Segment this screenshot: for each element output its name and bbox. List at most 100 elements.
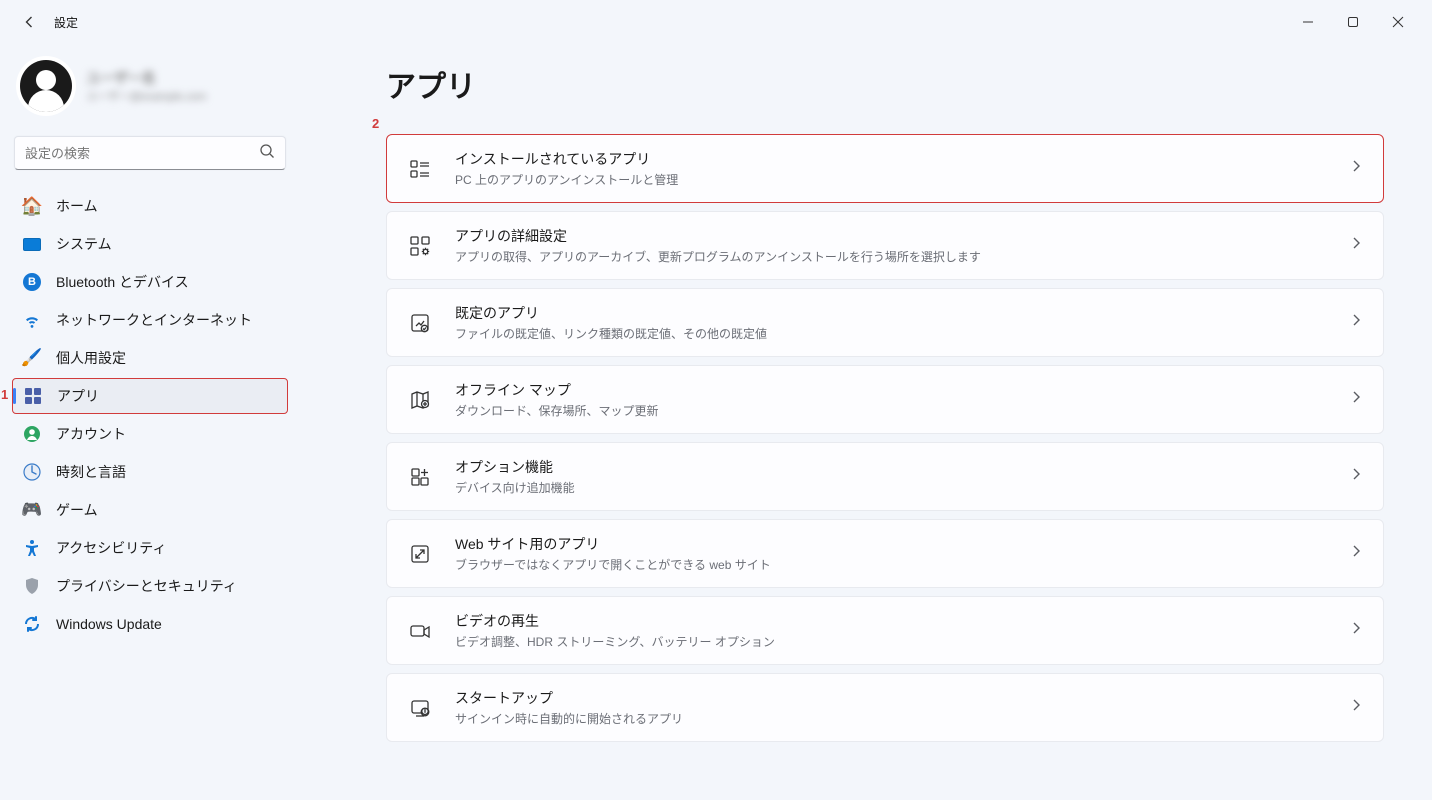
avatar [16, 56, 76, 116]
close-icon [1392, 16, 1404, 28]
sidebar-item-label: Windows Update [56, 616, 162, 632]
sidebar-item-label: アクセシビリティ [56, 538, 166, 558]
installed-apps-icon [407, 156, 433, 182]
sidebar-item-home[interactable]: 🏠 ホーム [12, 188, 288, 224]
search-box[interactable] [14, 136, 286, 170]
annotation-1-label: 1 [1, 387, 8, 402]
sidebar-item-label: ホーム [56, 196, 98, 216]
sidebar-item-label: Bluetooth とデバイス [56, 272, 189, 292]
search-icon [259, 143, 275, 164]
card-subtitle: デバイス向け追加機能 [455, 479, 575, 496]
system-icon [22, 234, 42, 254]
personalize-icon: 🖌️ [22, 348, 42, 368]
chevron-right-icon [1349, 621, 1363, 640]
sidebar-item-label: システム [56, 234, 112, 254]
sidebar-item-network[interactable]: ネットワークとインターネット [12, 302, 288, 338]
settings-card[interactable]: 既定のアプリファイルの既定値、リンク種類の既定値、その他の既定値 [386, 288, 1384, 357]
close-button[interactable] [1375, 6, 1420, 38]
window-title: 設定 [54, 14, 78, 31]
settings-card[interactable]: アプリの詳細設定アプリの取得、アプリのアーカイブ、更新プログラムのアンインストー… [386, 211, 1384, 280]
sidebar-item-bluetooth[interactable]: B Bluetooth とデバイス [12, 264, 288, 300]
advanced-apps-icon [407, 233, 433, 259]
card-subtitle: ダウンロード、保存場所、マップ更新 [455, 402, 659, 419]
minimize-icon [1302, 16, 1314, 28]
sidebar-item-label: プライバシーとセキュリティ [56, 576, 237, 596]
sidebar-item-label: ゲーム [56, 500, 98, 520]
sidebar-item-privacy[interactable]: プライバシーとセキュリティ [12, 568, 288, 604]
update-icon [22, 614, 42, 634]
nav-list: 🏠 ホームシステム B Bluetooth とデバイスネットワークとインターネット 🖌️… [12, 188, 288, 642]
home-icon: 🏠 [22, 196, 42, 216]
sidebar-item-system[interactable]: システム [12, 226, 288, 262]
search-input[interactable] [25, 146, 259, 161]
settings-card[interactable]: オフライン マップダウンロード、保存場所、マップ更新 [386, 365, 1384, 434]
sidebar-item-label: 時刻と言語 [56, 462, 126, 482]
video-playback-icon [407, 618, 433, 644]
default-apps-icon [407, 310, 433, 336]
settings-card[interactable]: ビデオの再生ビデオ調整、HDR ストリーミング、バッテリー オプション [386, 596, 1384, 665]
profile-email: ユーザー@example.com [86, 88, 206, 104]
card-title: インストールされているアプリ [455, 149, 678, 169]
page-title: アプリ [386, 62, 1384, 106]
sidebar-item-time-language[interactable]: 時刻と言語 [12, 454, 288, 490]
maximize-button[interactable] [1330, 6, 1375, 38]
minimize-button[interactable] [1285, 6, 1330, 38]
accounts-icon [22, 424, 42, 444]
chevron-right-icon [1349, 236, 1363, 255]
card-subtitle: ビデオ調整、HDR ストリーミング、バッテリー オプション [455, 633, 775, 650]
annotation-2-label: 2 [372, 116, 379, 131]
back-button[interactable] [12, 4, 48, 40]
sidebar-item-gaming[interactable]: 🎮 ゲーム [12, 492, 288, 528]
sidebar-item-label: アプリ [57, 386, 99, 406]
websites-apps-icon [407, 541, 433, 567]
card-subtitle: ブラウザーではなくアプリで開くことができる web サイト [455, 556, 771, 573]
chevron-right-icon [1349, 390, 1363, 409]
settings-card[interactable]: オプション機能デバイス向け追加機能 [386, 442, 1384, 511]
card-subtitle: ファイルの既定値、リンク種類の既定値、その他の既定値 [455, 325, 767, 342]
card-title: Web サイト用のアプリ [455, 534, 771, 554]
settings-cards: 2 インストールされているアプリPC 上のアプリのアンインストールと管理アプリの… [386, 134, 1384, 742]
window-controls [1285, 6, 1420, 38]
offline-maps-icon [407, 387, 433, 413]
network-icon [22, 310, 42, 330]
sidebar-item-accounts[interactable]: アカウント [12, 416, 288, 452]
sidebar-item-apps[interactable]: 1アプリ [12, 378, 288, 414]
sidebar: ユーザー名 ユーザー@example.com 🏠 ホームシステム B Bluetoot… [0, 44, 300, 800]
card-subtitle: サインイン時に自動的に開始されるアプリ [455, 710, 683, 727]
sidebar-item-label: アカウント [56, 424, 126, 444]
titlebar: 設定 [0, 0, 1432, 44]
sidebar-item-update[interactable]: Windows Update [12, 606, 288, 642]
apps-icon [23, 386, 43, 406]
bluetooth-icon: B [22, 272, 42, 292]
sidebar-item-label: ネットワークとインターネット [56, 310, 252, 330]
optional-features-icon [407, 464, 433, 490]
card-title: アプリの詳細設定 [455, 226, 981, 246]
chevron-right-icon [1349, 313, 1363, 332]
card-subtitle: PC 上のアプリのアンインストールと管理 [455, 171, 678, 188]
chevron-right-icon [1349, 544, 1363, 563]
chevron-right-icon [1349, 698, 1363, 717]
profile-name: ユーザー名 [86, 68, 206, 88]
card-title: スタートアップ [455, 688, 683, 708]
maximize-icon [1347, 16, 1359, 28]
settings-card[interactable]: スタートアップサインイン時に自動的に開始されるアプリ [386, 673, 1384, 742]
chevron-right-icon [1349, 467, 1363, 486]
privacy-icon [22, 576, 42, 596]
accessibility-icon [22, 538, 42, 558]
settings-card[interactable]: インストールされているアプリ PC 上のアプリのアンインストールと管理 [386, 134, 1384, 203]
card-title: オプション機能 [455, 457, 575, 477]
main-content: アプリ 2 インストールされているアプリ PC 上のアプリのアンインストールと管理… [300, 44, 1432, 800]
sidebar-item-label: 個人用設定 [56, 348, 126, 368]
card-title: ビデオの再生 [455, 611, 775, 631]
gaming-icon: 🎮 [22, 500, 42, 520]
chevron-right-icon [1349, 159, 1363, 178]
back-arrow-icon [22, 14, 38, 30]
card-subtitle: アプリの取得、アプリのアーカイブ、更新プログラムのアンインストールを行う場所を選… [455, 248, 981, 265]
profile[interactable]: ユーザー名 ユーザー@example.com [12, 52, 288, 130]
card-title: オフライン マップ [455, 380, 659, 400]
card-title: 既定のアプリ [455, 303, 767, 323]
settings-card[interactable]: Web サイト用のアプリブラウザーではなくアプリで開くことができる web サイ… [386, 519, 1384, 588]
time-language-icon [22, 462, 42, 482]
sidebar-item-personalize[interactable]: 🖌️ 個人用設定 [12, 340, 288, 376]
sidebar-item-accessibility[interactable]: アクセシビリティ [12, 530, 288, 566]
